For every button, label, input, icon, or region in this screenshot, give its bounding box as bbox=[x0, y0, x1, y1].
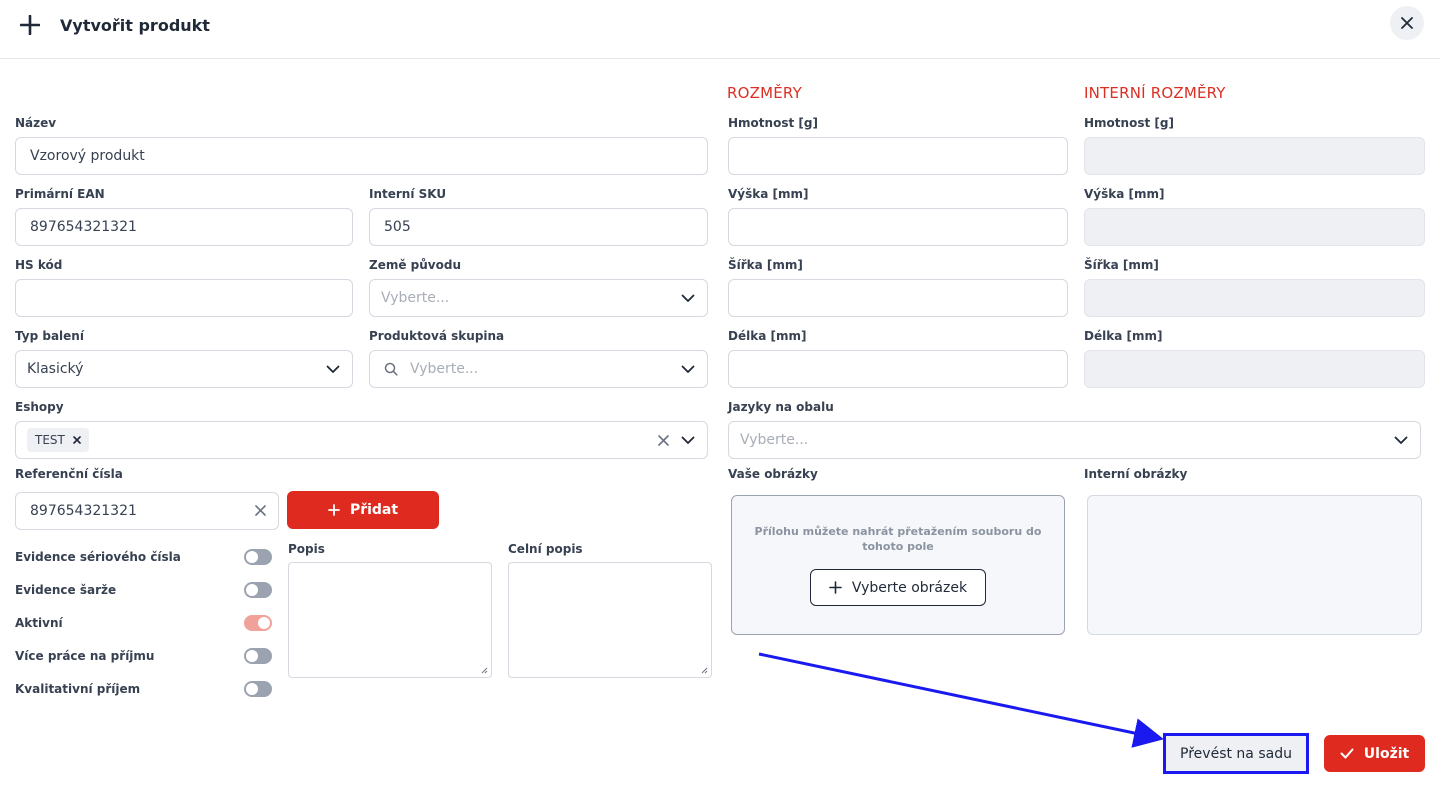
description-label: Popis bbox=[288, 542, 325, 556]
modal-title: Vytvořit produkt bbox=[60, 16, 210, 35]
int-width-input bbox=[1084, 279, 1425, 317]
customs-description-label: Celní popis bbox=[508, 542, 583, 556]
dim-width-input[interactable] bbox=[728, 279, 1068, 317]
more-work-toggle[interactable] bbox=[244, 648, 272, 664]
annotation-arrow bbox=[758, 652, 1164, 748]
active-toggle-label: Aktivní bbox=[15, 616, 63, 630]
reference-numbers-label: Referenční čísla bbox=[15, 467, 123, 481]
country-of-origin-placeholder: Vyberte... bbox=[381, 290, 450, 306]
clear-icon[interactable] bbox=[658, 435, 669, 446]
reference-number-input[interactable]: 897654321321 bbox=[15, 492, 279, 530]
eshop-tag-label: TEST bbox=[35, 433, 65, 447]
hs-code-label: HS kód bbox=[15, 258, 63, 272]
int-height-input bbox=[1084, 208, 1425, 246]
quality-receipt-toggle-label: Kvalitativní příjem bbox=[15, 682, 141, 696]
packaging-languages-label: Jazyky na obalu bbox=[728, 400, 834, 414]
check-icon bbox=[1340, 748, 1354, 759]
country-of-origin-label: Země původu bbox=[369, 258, 461, 272]
eshops-multiselect[interactable]: TEST bbox=[15, 421, 708, 459]
eshop-tag: TEST bbox=[27, 428, 89, 452]
dim-weight-input[interactable] bbox=[728, 137, 1068, 175]
internal-images-area bbox=[1087, 495, 1422, 635]
name-value: Vzorový produkt bbox=[30, 148, 145, 164]
int-height-label: Výška [mm] bbox=[1084, 187, 1165, 201]
hs-code-input[interactable] bbox=[15, 279, 353, 317]
primary-ean-value: 897654321321 bbox=[30, 219, 137, 235]
name-input[interactable]: Vzorový produkt bbox=[15, 137, 708, 175]
internal-sku-input[interactable]: 505 bbox=[369, 208, 708, 246]
resize-grip-icon[interactable] bbox=[480, 666, 488, 674]
package-type-value: Klasický bbox=[27, 361, 84, 377]
save-button[interactable]: Uložit bbox=[1324, 735, 1425, 772]
dim-height-input[interactable] bbox=[728, 208, 1068, 246]
convert-to-set-button[interactable]: Převést na sadu bbox=[1163, 733, 1309, 774]
packaging-languages-placeholder: Vyberte... bbox=[740, 432, 809, 448]
add-reference-label: Přidat bbox=[349, 502, 399, 518]
internal-images-label: Interní obrázky bbox=[1084, 467, 1188, 481]
image-dropzone[interactable]: Přílohu můžete nahrát přetažením souboru… bbox=[731, 495, 1065, 635]
serial-number-toggle[interactable] bbox=[244, 549, 272, 565]
quality-receipt-toggle[interactable] bbox=[244, 681, 272, 697]
your-images-label: Vaše obrázky bbox=[728, 467, 818, 481]
internal-sku-value: 505 bbox=[384, 219, 411, 235]
dim-length-label: Délka [mm] bbox=[728, 329, 807, 343]
search-icon bbox=[384, 362, 398, 376]
dim-length-input[interactable] bbox=[728, 350, 1068, 388]
plus-icon bbox=[829, 581, 842, 594]
customs-description-textarea[interactable] bbox=[508, 562, 712, 678]
more-work-toggle-label: Více práce na příjmu bbox=[15, 649, 155, 663]
chevron-down-icon bbox=[681, 365, 695, 373]
product-group-label: Produktová skupina bbox=[369, 329, 505, 343]
serial-number-toggle-label: Evidence sériového čísla bbox=[15, 550, 181, 564]
product-group-placeholder: Vyberte... bbox=[410, 361, 479, 377]
int-length-label: Délka [mm] bbox=[1084, 329, 1163, 343]
reference-number-value: 897654321321 bbox=[30, 503, 137, 519]
choose-image-button[interactable]: Vyberte obrázek bbox=[810, 569, 986, 606]
batch-toggle[interactable] bbox=[244, 582, 272, 598]
choose-image-label: Vyberte obrázek bbox=[851, 579, 968, 596]
remove-tag-icon[interactable] bbox=[73, 436, 81, 444]
package-type-select[interactable]: Klasický bbox=[15, 350, 353, 388]
product-group-select[interactable]: Vyberte... bbox=[369, 350, 708, 388]
primary-ean-input[interactable]: 897654321321 bbox=[15, 208, 353, 246]
description-textarea[interactable] bbox=[288, 562, 492, 678]
save-label: Uložit bbox=[1363, 745, 1410, 762]
int-width-label: Šířka [mm] bbox=[1084, 258, 1159, 272]
chevron-down-icon bbox=[326, 365, 340, 373]
country-of-origin-select[interactable]: Vyberte... bbox=[369, 279, 708, 317]
dropzone-hint: Přílohu můžete nahrát přetažením souboru… bbox=[754, 525, 1042, 553]
add-reference-button[interactable]: Přidat bbox=[287, 491, 439, 529]
chevron-down-icon bbox=[681, 294, 695, 302]
int-weight-input bbox=[1084, 137, 1425, 175]
primary-ean-label: Primární EAN bbox=[15, 187, 105, 201]
chevron-down-icon bbox=[681, 436, 695, 444]
active-toggle[interactable] bbox=[244, 615, 272, 631]
internal-dimensions-title: INTERNÍ ROZMĚRY bbox=[1084, 84, 1226, 102]
resize-grip-icon[interactable] bbox=[700, 666, 708, 674]
dimensions-title: ROZMĚRY bbox=[727, 84, 802, 102]
dim-width-label: Šířka [mm] bbox=[728, 258, 803, 272]
convert-to-set-label: Převést na sadu bbox=[1180, 745, 1292, 762]
clear-icon[interactable] bbox=[255, 505, 266, 516]
int-length-input bbox=[1084, 350, 1425, 388]
internal-sku-label: Interní SKU bbox=[369, 187, 447, 201]
chevron-down-icon bbox=[1394, 436, 1408, 444]
plus-icon bbox=[20, 15, 40, 35]
package-type-label: Typ balení bbox=[15, 329, 84, 343]
int-weight-label: Hmotnost [g] bbox=[1084, 116, 1174, 130]
close-icon bbox=[1401, 17, 1413, 29]
dim-height-label: Výška [mm] bbox=[728, 187, 809, 201]
name-label: Název bbox=[15, 116, 57, 130]
close-button[interactable] bbox=[1390, 6, 1424, 40]
dim-weight-label: Hmotnost [g] bbox=[728, 116, 818, 130]
eshops-label: Eshopy bbox=[15, 400, 64, 414]
packaging-languages-select[interactable]: Vyberte... bbox=[728, 421, 1421, 459]
plus-icon bbox=[328, 504, 340, 516]
modal-header: Vytvořit produkt bbox=[0, 0, 1440, 59]
batch-toggle-label: Evidence šarže bbox=[15, 583, 117, 597]
